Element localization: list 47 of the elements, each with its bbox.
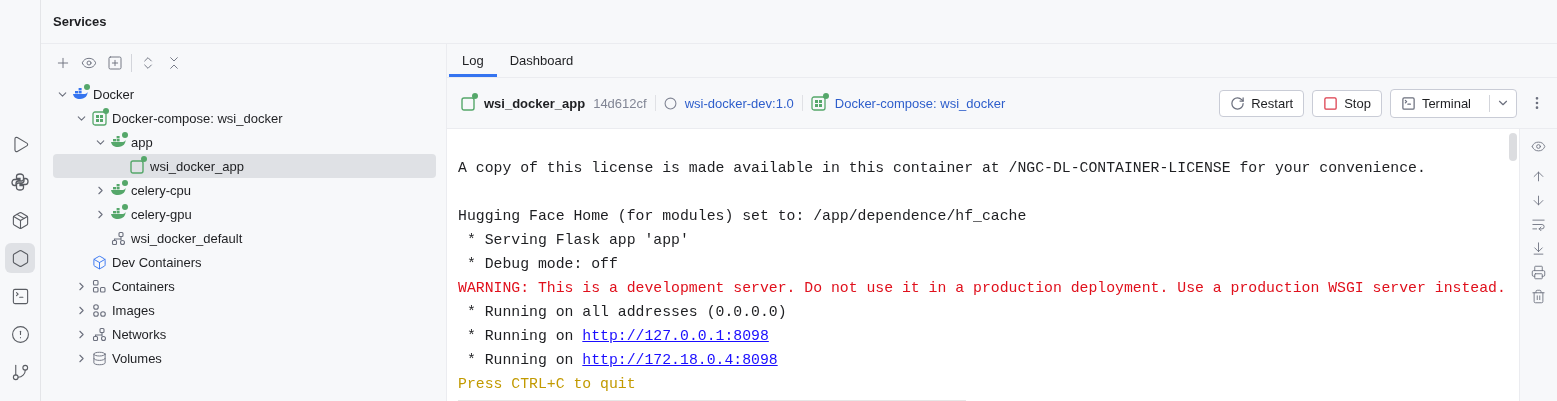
log-line: Press CTRL+C to quit — [458, 376, 636, 392]
tree-item[interactable]: wsi_docker_app — [53, 154, 436, 178]
warning-line: WARNING: This is a development server. Do not use it in a production deployment. Use a production WSGI server instead. — [458, 280, 1506, 296]
stop-icon — [1323, 95, 1339, 111]
tab[interactable]: Log — [449, 44, 497, 77]
log-line: * Serving Flask app 'app' — [465, 232, 689, 248]
eye-icon[interactable] — [1531, 139, 1546, 154]
panel-title: Services — [53, 14, 107, 29]
tree-item[interactable]: app — [53, 130, 436, 154]
log-line: * Running on all addresses (0.0.0.0) — [465, 304, 787, 320]
stop-button[interactable]: Stop — [1312, 89, 1382, 117]
log-line: Hugging Face Home (for modules) set to: /app/dependence/hf_cache — [458, 208, 1027, 224]
restart-icon — [1230, 95, 1246, 111]
scrollbar-thumb[interactable] — [1509, 133, 1517, 161]
tree-item[interactable]: Docker-compose: wsi_docker — [53, 106, 436, 130]
tree-item[interactable]: Dev Containers — [53, 250, 436, 274]
log-line: A copy of this license is made available in this container at /NGC-DL-CONTAINER-LICENSE for your convenience. — [458, 160, 1426, 176]
image-link[interactable]: wsi-docker-dev:1.0 — [684, 95, 794, 111]
compose-grid-icon — [810, 95, 827, 111]
soft-wrap-icon[interactable] — [1531, 217, 1546, 232]
tree-item[interactable]: Networks — [53, 322, 436, 346]
terminal-icon — [1400, 95, 1416, 111]
tree-item[interactable]: Docker — [53, 82, 436, 106]
printer-icon[interactable] — [1531, 265, 1546, 280]
log-line: * Debug mode: off — [465, 256, 618, 272]
trash-icon[interactable] — [1531, 289, 1546, 304]
url-link[interactable]: http://127.0.0.1:8098 — [582, 328, 769, 344]
tree-item[interactable]: Volumes — [53, 346, 436, 370]
compose-link[interactable]: Docker-compose: wsi_docker — [834, 95, 1006, 111]
tree-item[interactable]: Containers — [53, 274, 436, 298]
container-id: 14d612cf — [593, 95, 647, 111]
log-line: * Running on — [465, 328, 575, 344]
scroll-to-end-icon[interactable] — [1531, 241, 1546, 256]
tree-item[interactable]: celery-cpu — [53, 178, 436, 202]
restart-button[interactable]: Restart — [1219, 89, 1305, 117]
container-icon — [460, 95, 476, 111]
url-link[interactable]: http://172.18.0.4:8098 — [582, 352, 778, 368]
services-icon[interactable] — [5, 243, 35, 273]
image-icon — [663, 96, 677, 110]
tree-item[interactable]: Images — [53, 298, 436, 322]
log-line: * Running on — [465, 352, 575, 368]
new-tab-icon[interactable] — [105, 53, 125, 73]
tree-item[interactable]: wsi_docker_default — [53, 226, 436, 250]
container-name: wsi_docker_app — [484, 95, 586, 111]
tab[interactable]: Dashboard — [496, 44, 587, 77]
tree-item[interactable]: celery-gpu — [53, 202, 436, 226]
arrow-down-icon[interactable] — [1531, 193, 1546, 208]
